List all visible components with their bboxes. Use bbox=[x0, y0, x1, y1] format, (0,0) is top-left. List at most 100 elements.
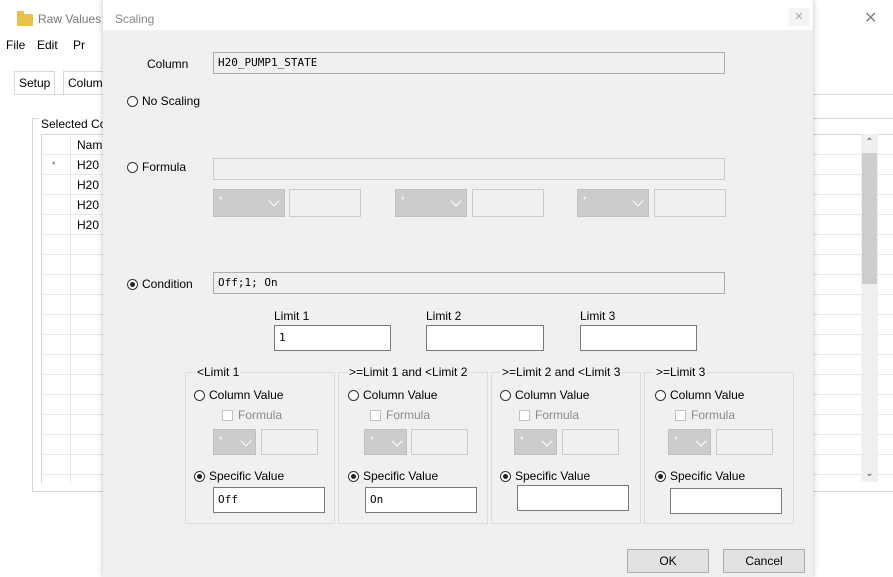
checkbox-box bbox=[675, 409, 686, 421]
formula-operand-1[interactable] bbox=[289, 189, 361, 217]
formula-operator-select-3[interactable]: * bbox=[577, 189, 649, 217]
radio-indicator bbox=[500, 389, 511, 401]
chevron-down-icon bbox=[541, 435, 553, 447]
tab-columns[interactable]: Colum bbox=[63, 71, 108, 95]
limit-2-input[interactable] bbox=[426, 325, 544, 351]
specific-value-label: Specific Value bbox=[670, 469, 746, 483]
no-scaling-label: No Scaling bbox=[142, 94, 201, 108]
limit-3-label: Limit 3 bbox=[580, 309, 616, 323]
grid-cell: H20 bbox=[77, 158, 100, 172]
chevron-down-icon bbox=[632, 195, 644, 207]
formula-check-label: Formula bbox=[691, 408, 736, 422]
column-label: Column bbox=[147, 57, 189, 71]
formula-field[interactable] bbox=[213, 158, 725, 180]
range-title-1: <Limit 1 bbox=[195, 365, 242, 379]
range-title-2: >=Limit 1 and <Limit 2 bbox=[347, 365, 470, 379]
column-value-radio-2[interactable]: Column Value bbox=[348, 388, 437, 402]
column-value-radio-1[interactable]: Column Value bbox=[194, 388, 283, 402]
chevron-down-icon bbox=[268, 195, 280, 207]
formula-check-label: Formula bbox=[535, 408, 580, 422]
specific-value-input-1[interactable]: Off bbox=[213, 487, 325, 513]
radio-indicator-selected bbox=[348, 470, 359, 482]
chevron-down-icon bbox=[450, 195, 462, 207]
formula-checkbox-3[interactable]: Formula bbox=[519, 408, 579, 422]
tab-setup[interactable]: Setup bbox=[14, 71, 56, 95]
operator-value: * bbox=[674, 435, 678, 445]
radio-indicator bbox=[127, 161, 138, 173]
operator-value: * bbox=[401, 195, 405, 205]
condition-field: Off;1; On bbox=[213, 272, 725, 294]
operator-value: * bbox=[219, 195, 223, 205]
ok-button[interactable]: OK bbox=[627, 549, 709, 573]
column-field: H20_PUMP1_STATE bbox=[213, 52, 725, 74]
specific-value-radio-1[interactable]: Specific Value bbox=[194, 469, 284, 483]
folder-icon bbox=[17, 11, 33, 26]
range-operand-2[interactable] bbox=[411, 429, 468, 455]
formula-checkbox-4[interactable]: Formula bbox=[675, 408, 735, 422]
menu-project[interactable]: Pr bbox=[73, 38, 85, 52]
formula-operator-select-2[interactable]: * bbox=[395, 189, 467, 217]
chevron-down-icon bbox=[240, 435, 252, 447]
dialog-title: Scaling bbox=[115, 12, 155, 26]
column-value-label: Column Value bbox=[363, 388, 438, 402]
checkbox-box bbox=[519, 409, 530, 421]
specific-value-input-4[interactable] bbox=[670, 488, 782, 514]
condition-radio[interactable]: Condition bbox=[127, 277, 193, 291]
formula-operand-2[interactable] bbox=[472, 189, 544, 217]
specific-value-label: Specific Value bbox=[363, 469, 439, 483]
radio-indicator-selected bbox=[500, 470, 511, 482]
grid-scrollbar[interactable]: ⌃ ⌄ bbox=[861, 134, 878, 482]
operator-value: * bbox=[219, 435, 223, 445]
formula-check-label: Formula bbox=[386, 408, 431, 422]
radio-indicator-selected bbox=[655, 470, 666, 482]
scroll-thumb[interactable] bbox=[862, 153, 877, 284]
radio-indicator-selected bbox=[194, 470, 205, 482]
checkbox-box bbox=[222, 409, 233, 421]
formula-operator-select-1[interactable]: * bbox=[213, 189, 285, 217]
range-title-4: >=Limit 3 bbox=[654, 365, 708, 379]
scroll-down-icon[interactable]: ⌄ bbox=[861, 465, 878, 482]
operator-value: * bbox=[520, 435, 524, 445]
column-value-radio-3[interactable]: Column Value bbox=[500, 388, 589, 402]
no-scaling-radio[interactable]: No Scaling bbox=[127, 94, 200, 108]
formula-checkbox-1[interactable]: Formula bbox=[222, 408, 282, 422]
range-operator-select-1[interactable]: * bbox=[213, 429, 256, 455]
limit-3-input[interactable] bbox=[580, 325, 697, 351]
range-operand-4[interactable] bbox=[716, 429, 773, 455]
radio-indicator bbox=[127, 95, 138, 107]
column-value-label: Column Value bbox=[670, 388, 745, 402]
range-operand-1[interactable] bbox=[261, 429, 318, 455]
specific-value-radio-3[interactable]: Specific Value bbox=[500, 469, 590, 483]
specific-value-radio-4[interactable]: Specific Value bbox=[655, 469, 745, 483]
range-operator-select-4[interactable]: * bbox=[668, 429, 711, 455]
limit-2-label: Limit 2 bbox=[426, 309, 462, 323]
menu-edit[interactable]: Edit bbox=[37, 38, 58, 52]
range-operator-select-2[interactable]: * bbox=[364, 429, 407, 455]
specific-value-input-2[interactable]: On bbox=[365, 487, 477, 513]
scaling-dialog: Scaling ✕ Column H20_PUMP1_STATE No Scal… bbox=[103, 0, 813, 577]
specific-value-input-3[interactable] bbox=[517, 485, 629, 511]
menu-file[interactable]: File bbox=[6, 38, 25, 52]
radio-indicator bbox=[348, 389, 359, 401]
background-window-title: Raw Values bbox=[38, 12, 102, 26]
scroll-up-icon[interactable]: ⌃ bbox=[861, 134, 878, 151]
grid-header-name: Nam bbox=[77, 138, 103, 152]
checkbox-box bbox=[370, 409, 381, 421]
formula-checkbox-2[interactable]: Formula bbox=[370, 408, 430, 422]
cancel-button[interactable]: Cancel bbox=[723, 549, 805, 573]
column-value-radio-4[interactable]: Column Value bbox=[655, 388, 744, 402]
selected-columns-title: Selected Co bbox=[38, 117, 110, 131]
formula-radio[interactable]: Formula bbox=[127, 160, 186, 174]
operator-value: * bbox=[370, 435, 374, 445]
range-operator-select-3[interactable]: * bbox=[514, 429, 557, 455]
formula-label: Formula bbox=[142, 160, 187, 174]
specific-value-label: Specific Value bbox=[515, 469, 591, 483]
chevron-down-icon bbox=[391, 435, 403, 447]
specific-value-radio-2[interactable]: Specific Value bbox=[348, 469, 438, 483]
close-icon[interactable]: ✕ bbox=[864, 8, 877, 28]
range-operand-3[interactable] bbox=[562, 429, 619, 455]
grid-cell: H20 bbox=[77, 178, 100, 192]
limit-1-input[interactable]: 1 bbox=[274, 325, 391, 351]
close-icon[interactable]: ✕ bbox=[789, 8, 809, 26]
formula-operand-3[interactable] bbox=[654, 189, 726, 217]
